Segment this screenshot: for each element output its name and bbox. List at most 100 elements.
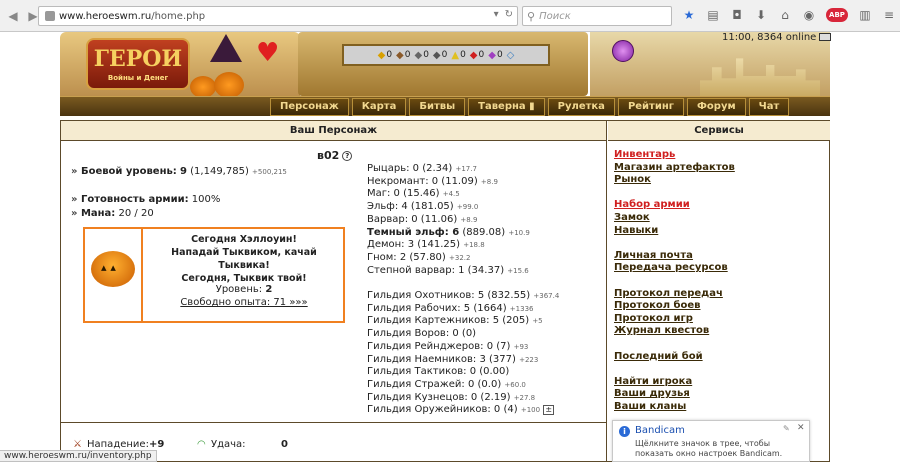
free-exp-link[interactable]: Свободно опыта: 71 »»» xyxy=(180,297,307,308)
link-transfer-resources[interactable]: Передача ресурсов xyxy=(614,262,735,275)
character-panel: Ваш Персонаж в02? » Боевой уровень: 9 (1… xyxy=(61,121,607,461)
mail-icon[interactable] xyxy=(819,33,832,41)
resource-value: 0 xyxy=(460,50,466,60)
guild-text: Гильдия Тактиков: 0 (0.00) xyxy=(367,366,510,378)
search-input[interactable]: Поиск xyxy=(539,11,571,22)
resource-value: 0 xyxy=(478,50,485,60)
faction-remaining: +8.9 xyxy=(460,215,478,224)
home-icon[interactable]: ⌂ xyxy=(778,8,792,22)
dropdown-icon[interactable]: ▾ xyxy=(494,9,499,20)
guild-row: Гильдия Рабочих: 5 (1664) +1336 xyxy=(367,303,559,316)
combat-level-value: 9 xyxy=(180,166,187,177)
search-bar[interactable]: ⚲ Поиск xyxy=(522,6,672,26)
guild-text: Гильдия Воров: 0 (0) xyxy=(367,328,477,340)
guild-remaining: +223 xyxy=(519,355,539,364)
halloween-line-1: Сегодня Хэллоуин! xyxy=(191,234,297,245)
guild-row: Гильдия Кузнецов: 0 (2.19) +27.8 xyxy=(367,392,559,405)
address-url[interactable]: www.heroeswm.ru/home.php xyxy=(59,11,205,22)
notification-title: Bandicam xyxy=(635,425,685,436)
combat-exp-remaining: +500,215 xyxy=(252,168,287,176)
help-icon[interactable]: ? xyxy=(342,151,353,161)
server-time: 11:00, 8364 online xyxy=(722,32,832,43)
resource-value: 0 xyxy=(423,50,429,60)
link-army-recruit[interactable]: Набор армии xyxy=(614,199,735,212)
download-icon[interactable]: ⬇ xyxy=(754,8,768,22)
menu-tavern[interactable]: Таверна ▮ xyxy=(468,98,545,116)
link-artifact-shop[interactable]: Магазин артефактов xyxy=(614,162,735,175)
services-panel: Сервисы Инвентарь Магазин артефактов Рын… xyxy=(608,121,830,461)
faction-row: Варвар: 0 (11.06) +8.9 xyxy=(367,214,559,227)
character-name[interactable]: в02? xyxy=(317,149,353,162)
resource-value: 0 xyxy=(404,50,411,60)
link-your-clans[interactable]: Ваши кланы xyxy=(614,401,735,414)
faction-text: Эльф: 4 (181.05) xyxy=(367,201,454,213)
menu-chat[interactable]: Чат xyxy=(748,98,790,116)
faction-text: Варвар: 0 (11.06) xyxy=(367,213,458,225)
search-icon: ⚲ xyxy=(527,9,536,23)
main-content: Ваш Персонаж в02? » Боевой уровень: 9 (1… xyxy=(60,120,830,462)
browser-toolbar-icons: ★ ▤ ◘ ⬇ ⌂ ◉ ABP ▥ ≡ xyxy=(682,8,896,22)
character-panel-title: Ваш Персонаж xyxy=(61,121,606,141)
battle-stats: ⚔ Нападение: +9 ◠ Удача: 0 xyxy=(73,437,333,451)
link-market[interactable]: Рынок xyxy=(614,174,735,187)
faction-remaining: +4.5 xyxy=(442,190,460,199)
bandicam-notification[interactable]: i Bandicam ✎ ✕ Щёлкните значок в трее, ч… xyxy=(612,420,810,462)
guild-remaining: +367.4 xyxy=(533,292,560,301)
chat-icon[interactable]: ◉ xyxy=(802,8,816,22)
expand-button[interactable]: ± xyxy=(543,405,555,416)
menu-character[interactable]: Персонаж xyxy=(270,98,349,116)
halloween-line-2: Нападай Тыквиком, качай Тыквика! xyxy=(171,247,317,271)
adblock-icon[interactable]: ABP xyxy=(826,8,848,22)
link-inventory[interactable]: Инвентарь xyxy=(614,149,735,162)
witch-hat-icon xyxy=(210,34,242,62)
link-quest-journal[interactable]: Журнал квестов xyxy=(614,325,735,338)
browser-status-bar: www.heroeswm.ru/inventory.php xyxy=(0,450,157,462)
pumpkin-icon xyxy=(214,72,244,98)
menu-battles[interactable]: Битвы xyxy=(409,98,466,116)
link-skills[interactable]: Навыки xyxy=(614,225,735,238)
reload-icon[interactable]: ↻ xyxy=(505,9,513,20)
card-icon: ▮ xyxy=(529,101,535,112)
close-icon[interactable]: ✕ xyxy=(797,423,805,433)
pumpkin-level-label: Уровень: xyxy=(215,284,263,295)
resource-value: 0 xyxy=(496,50,503,60)
link-last-battle[interactable]: Последний бой xyxy=(614,351,735,364)
pin-icon[interactable]: ✎ xyxy=(783,424,790,433)
resource-value: 0 xyxy=(386,50,393,60)
faction-remaining: +18.8 xyxy=(463,241,485,250)
faction-remaining: +17.7 xyxy=(455,165,477,173)
page-info-icon[interactable] xyxy=(45,11,55,21)
menu-roulette[interactable]: Рулетка xyxy=(547,98,615,116)
mana-value: 20 / 20 xyxy=(118,208,154,219)
resource-bar: ◆ 0 ◆ 0 ◆ 0 ◆ 0 ▲ 0 ◆ 0 ◆ 0 ◇ xyxy=(342,44,550,66)
link-transfer-log[interactable]: Протокол передач xyxy=(614,288,735,301)
address-bar[interactable]: www.heroeswm.ru/home.php ▾ ↻ xyxy=(38,6,518,26)
game-logo[interactable]: ГЕРОИ xyxy=(86,38,190,90)
faction-text: Некромант: 0 (11.09) xyxy=(367,175,478,187)
link-game-log[interactable]: Протокол игр xyxy=(614,313,735,326)
menu-map[interactable]: Карта xyxy=(351,98,407,116)
guild-text: Гильдия Рабочих: 5 (1664) xyxy=(367,302,507,314)
menu-rating[interactable]: Рейтинг xyxy=(617,98,684,116)
reading-list-icon[interactable]: ▤ xyxy=(706,8,720,22)
link-your-friends[interactable]: Ваши друзья xyxy=(614,388,735,401)
rainbow-icon: ◠ xyxy=(197,438,206,450)
bookmark-star-icon[interactable]: ★ xyxy=(682,8,696,22)
diamond-icon: ◇ xyxy=(506,49,515,61)
link-castle[interactable]: Замок xyxy=(614,212,735,225)
link-battle-log[interactable]: Протокол боев xyxy=(614,300,735,313)
sulfur-icon: ▲ xyxy=(451,49,460,61)
faction-row: Гном: 2 (57.80) +32.2 xyxy=(367,252,559,265)
guild-text: Гильдия Оружейников: 0 (4) xyxy=(367,404,518,416)
back-icon[interactable]: ◀ xyxy=(6,9,20,23)
menu-forum[interactable]: Форум xyxy=(687,98,746,116)
faction-text: (889.08) xyxy=(459,226,506,238)
pumpkin-avatar[interactable]: ▴ ▴ xyxy=(85,229,143,321)
pocket-icon[interactable]: ◘ xyxy=(730,8,744,22)
halloween-banner: ▴ ▴ Сегодня Хэллоуин! Нападай Тыквиком, … xyxy=(83,227,345,323)
link-private-mail[interactable]: Личная почта xyxy=(614,250,735,263)
menu-icon[interactable]: ≡ xyxy=(882,8,896,22)
sidebar-icon[interactable]: ▥ xyxy=(858,8,872,22)
mana-label: Мана: xyxy=(80,208,116,219)
link-find-player[interactable]: Найти игрока xyxy=(614,376,735,389)
